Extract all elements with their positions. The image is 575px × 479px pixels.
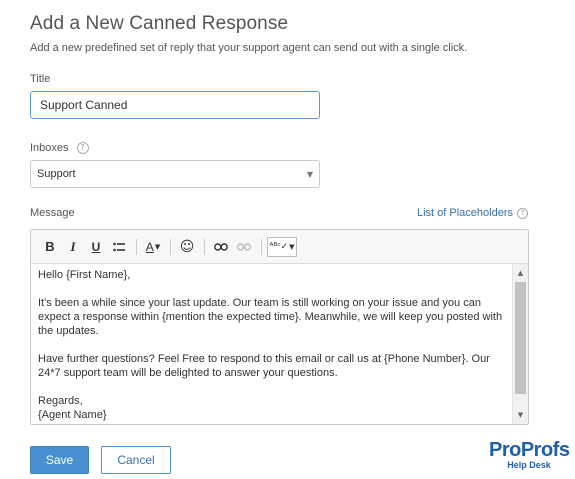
scroll-thumb[interactable]: [515, 282, 526, 394]
chevron-down-icon: ▼: [289, 242, 295, 251]
chevron-down-icon: ▼: [306, 169, 313, 179]
page-title: Add a New Canned Response: [30, 13, 289, 34]
font-color-button[interactable]: A ▼: [142, 236, 164, 258]
font-color-icon: A: [145, 239, 154, 254]
link-icon[interactable]: [210, 236, 232, 258]
message-paragraph: Have further questions? Feel Free to res…: [38, 353, 490, 379]
message-label: Message: [30, 207, 75, 219]
underline-button[interactable]: U: [85, 236, 107, 258]
message-greeting: Hello {First Name},: [38, 269, 131, 281]
inboxes-selected-value: Support: [37, 168, 76, 180]
editor-toolbar: B I U A ▼ ☺ ᴬᴮᶜ✓ ▼: [31, 230, 528, 264]
spellcheck-button[interactable]: ᴬᴮᶜ✓ ▼: [267, 236, 297, 257]
logo-wordmark: ProProfs: [489, 439, 570, 461]
cancel-button[interactable]: Cancel: [101, 446, 171, 474]
page-subtitle: Add a new predefined set of reply that y…: [30, 42, 468, 54]
emoji-icon[interactable]: ☺: [176, 236, 198, 258]
toolbar-divider: [170, 238, 171, 255]
inboxes-label: Inboxes: [30, 142, 69, 154]
editor-scrollbar[interactable]: ▲ ▼: [512, 264, 528, 424]
proprofs-logo: ProProfs Help Desk: [489, 439, 570, 470]
toolbar-divider: [204, 238, 205, 255]
help-icon[interactable]: ?: [76, 142, 89, 154]
unlink-icon[interactable]: [233, 236, 255, 258]
logo-product-name: Help Desk: [507, 460, 551, 470]
message-editor: B I U A ▼ ☺ ᴬᴮᶜ✓ ▼ Hello {First Name}, It'…: [30, 229, 529, 425]
message-closing: Regards,: [38, 395, 83, 407]
toolbar-divider: [136, 238, 137, 255]
bold-button[interactable]: B: [39, 236, 61, 258]
message-body[interactable]: Hello {First Name}, It's been a while si…: [31, 264, 512, 424]
chevron-down-icon: ▼: [154, 242, 161, 251]
message-paragraph: It's been a while since your last update…: [38, 297, 503, 337]
italic-button[interactable]: I: [62, 236, 84, 258]
toolbar-divider: [261, 238, 262, 255]
logo-brand-part2: Profs: [520, 439, 570, 461]
list-of-placeholders-link[interactable]: List of Placeholders ?: [417, 207, 528, 219]
title-input[interactable]: [30, 91, 320, 119]
message-signature: {Agent Name}: [38, 409, 107, 421]
title-label: Title: [30, 73, 51, 85]
spellcheck-icon: ᴬᴮᶜ✓: [269, 241, 289, 252]
bullet-list-icon[interactable]: [108, 236, 130, 258]
help-icon[interactable]: ?: [517, 207, 528, 219]
scroll-up-icon[interactable]: ▲: [513, 266, 528, 280]
logo-brand-part1: Pro: [489, 439, 521, 461]
scroll-down-icon[interactable]: ▼: [513, 408, 528, 422]
save-button[interactable]: Save: [30, 446, 89, 474]
inboxes-select[interactable]: Support ▼: [30, 160, 320, 188]
inboxes-label-row: Inboxes ?: [30, 142, 89, 154]
placeholders-link-label: List of Placeholders: [417, 207, 513, 219]
